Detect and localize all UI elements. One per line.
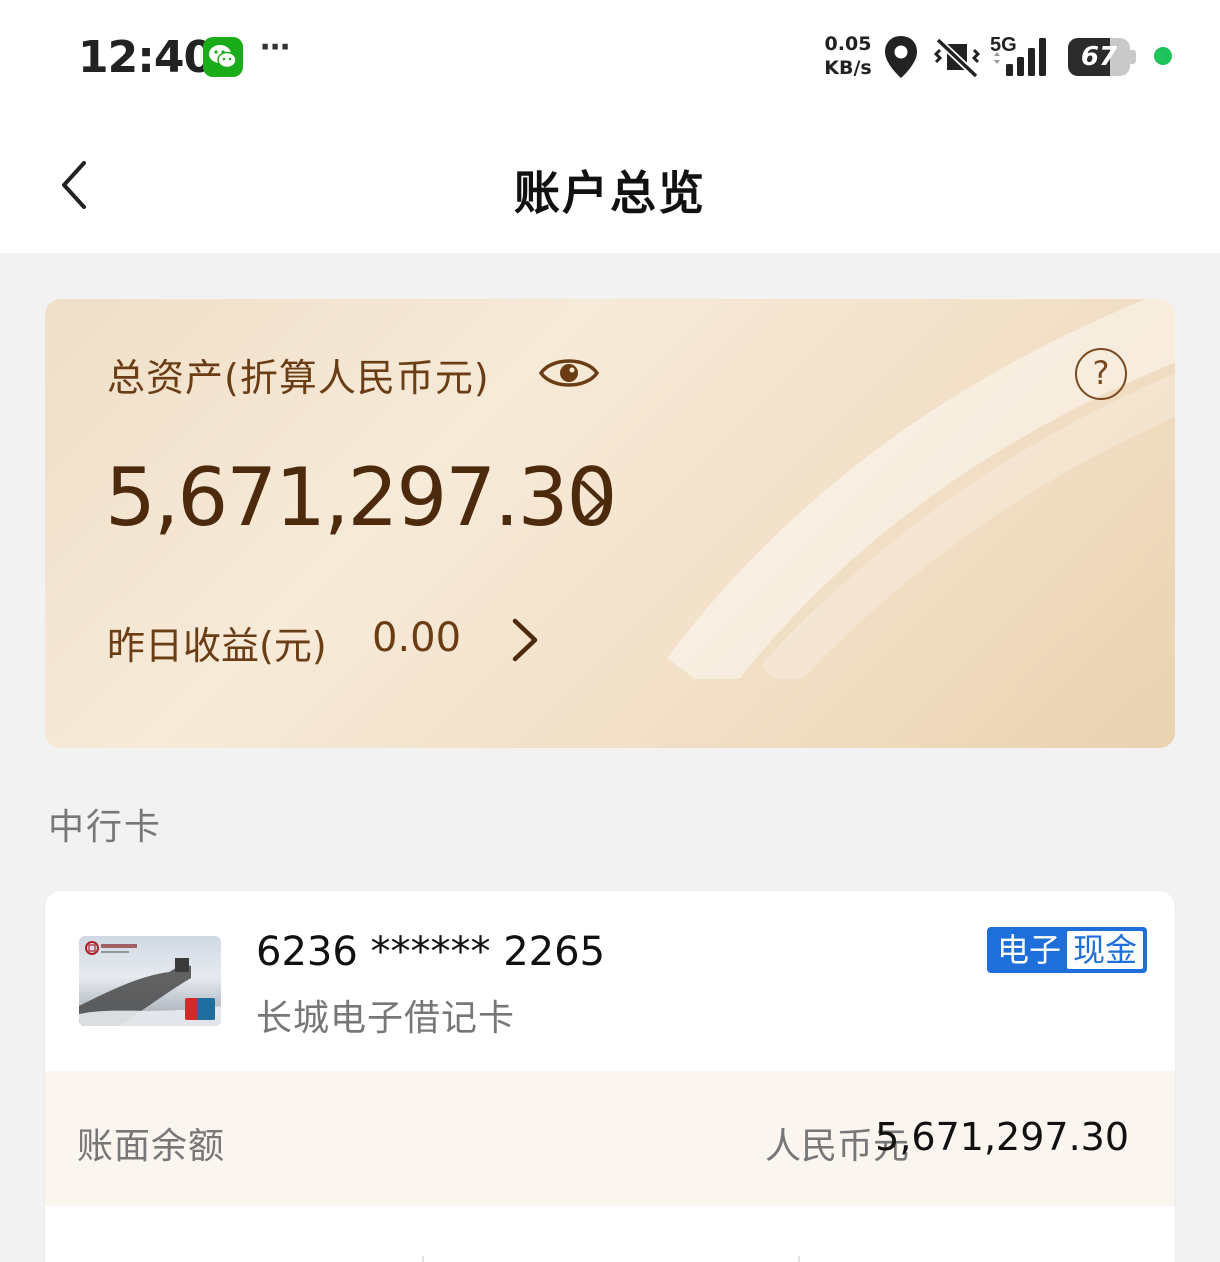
mute-icon [932,36,982,82]
divider [798,1256,800,1262]
tag-secondary: 现金 [1067,931,1144,969]
battery-icon: 67 [1068,38,1136,76]
card-image [79,936,221,1026]
network-type: 5G [990,34,1017,56]
status-bar: 12:40 ⋯ 0.05 KB/s 5G 67 [0,0,1220,115]
net-speed: 0.05 KB/s [822,32,874,80]
battery-level: 67 [1080,42,1118,72]
card-number: 6236 ****** 2265 [256,929,606,975]
page-title: 账户总览 [514,166,706,220]
total-assets-card: 总资产(折算人民币元) ? 5,671,297.30 昨日收益(元) 0.00 [45,299,1175,748]
nav-bar: 账户总览 [0,115,1220,253]
more-icon: ⋯ [260,30,291,65]
net-speed-value: 0.05 [824,33,872,55]
card-type-tag: 电子 现金 [987,927,1148,973]
bank-card-panel[interactable]: 6236 ****** 2265 长城电子借记卡 电子 现金 账面余额 人民币元… [45,891,1175,1262]
status-time: 12:40 [78,32,214,83]
chevron-right-icon[interactable] [575,477,611,531]
help-icon[interactable]: ? [1075,348,1127,400]
eye-icon[interactable] [538,351,600,399]
chevron-right-icon[interactable] [507,615,543,669]
divider [422,1256,424,1262]
balance-amount: 5,671,297.30 [875,1115,1129,1159]
total-assets-amount[interactable]: 5,671,297.30 [105,451,617,544]
tag-primary: 电子 [997,931,1062,969]
balance-row: 账面余额 人民币元 5,671,297.30 [45,1071,1175,1206]
balance-label: 账面余额 [77,1126,226,1167]
location-icon [882,34,920,84]
card-actions-row [45,1206,1175,1262]
battery-cap [1130,50,1136,64]
yesterday-income-label: 昨日收益(元) [107,624,327,668]
signal-icon: 5G [990,32,1056,82]
card-name: 长城电子借记卡 [256,998,516,1039]
green-dot [1154,47,1172,65]
net-speed-unit: KB/s [824,57,872,79]
section-title: 中行卡 [48,807,163,848]
yesterday-income-value[interactable]: 0.00 [372,615,461,661]
total-assets-label: 总资产(折算人民币元) [107,356,490,400]
wechat-icon [203,37,243,77]
